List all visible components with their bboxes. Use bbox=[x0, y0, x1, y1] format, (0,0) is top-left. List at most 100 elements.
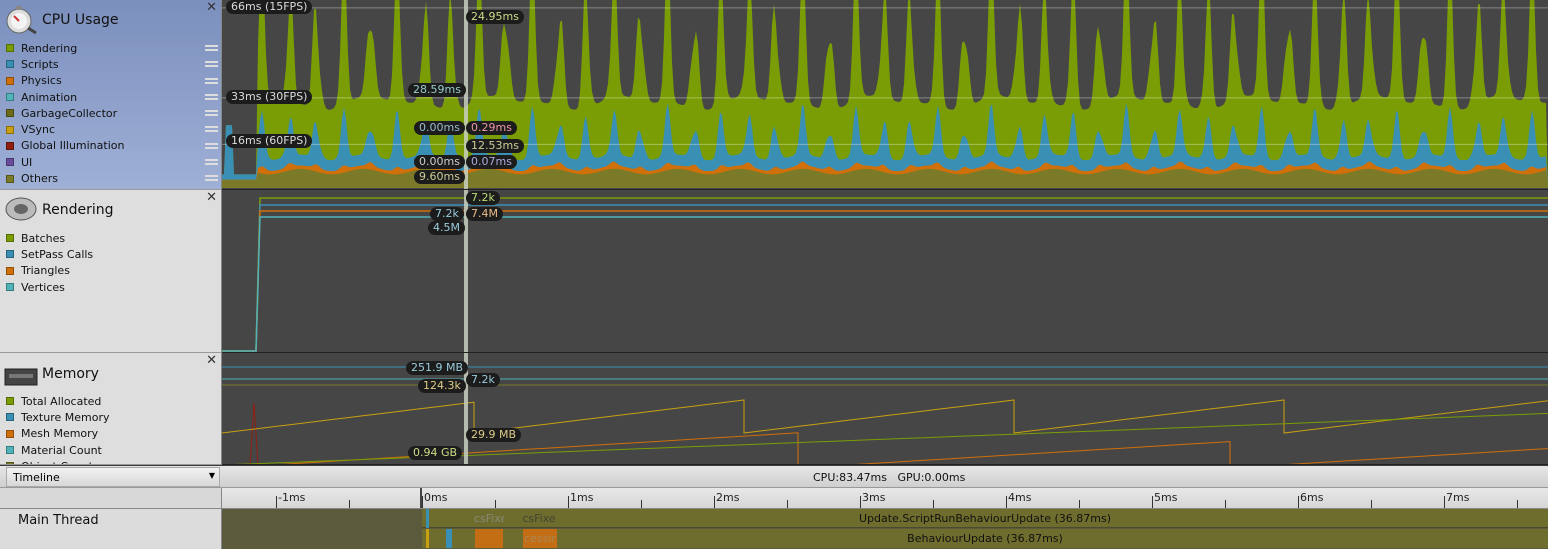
value-label: 7.2k bbox=[466, 373, 500, 387]
timeline-row: Update.ScriptRunBehaviourUpdate (36.87ms… bbox=[422, 509, 1548, 528]
cpu-graph[interactable]: 66ms (15FPS) 33ms (30FPS) 16ms (60FPS) 2… bbox=[222, 0, 1548, 190]
legend-item[interactable]: Physics bbox=[6, 73, 218, 89]
triangles-line bbox=[222, 210, 1548, 352]
ruler-tick bbox=[1298, 496, 1299, 508]
sample-block[interactable]: csFixe bbox=[474, 509, 504, 528]
sample-block[interactable]: csFixe bbox=[522, 509, 556, 528]
legend-item[interactable]: Texture Memory bbox=[6, 409, 218, 425]
drag-handle-icon[interactable] bbox=[205, 159, 218, 166]
color-swatch bbox=[6, 250, 14, 259]
legend-label: UI bbox=[21, 155, 33, 169]
value-label: 0.07ms bbox=[466, 155, 517, 169]
legend-label: VSync bbox=[21, 123, 56, 137]
rendering-graph[interactable]: 7.2k 4.5M 7.2k 7.4M bbox=[222, 190, 1548, 353]
legend-item[interactable]: UI bbox=[6, 154, 218, 170]
ruler-tick-label: 6ms bbox=[1300, 491, 1324, 504]
legend-label: Texture Memory bbox=[21, 410, 110, 424]
memory-module[interactable]: Memory ✕ Total Allocated Texture Memory Me… bbox=[0, 353, 222, 465]
color-swatch bbox=[6, 397, 14, 406]
module-title: CPU Usage bbox=[42, 12, 119, 28]
drag-handle-icon[interactable] bbox=[205, 126, 218, 133]
legend-label: GarbageCollector bbox=[21, 106, 118, 120]
sample-block[interactable] bbox=[475, 529, 503, 548]
view-mode-dropdown[interactable]: Timeline ▼ bbox=[6, 467, 220, 487]
stopwatch-icon bbox=[6, 6, 37, 34]
rendering-module[interactable]: Rendering ✕ Batches SetPass Calls Triangle… bbox=[0, 190, 222, 353]
legend-item[interactable]: SetPass Calls bbox=[6, 246, 218, 262]
ruler-tick-label: 7ms bbox=[1446, 491, 1470, 504]
drag-handle-icon[interactable] bbox=[205, 93, 218, 100]
close-icon[interactable]: ✕ bbox=[206, 0, 217, 15]
time-ruler[interactable]: -1ms 0ms 1ms 2ms 3ms 4ms 5ms 6ms 7ms bbox=[222, 488, 1548, 509]
legend-item[interactable]: Global Illumination bbox=[6, 138, 218, 154]
legend-item[interactable]: Material Count bbox=[6, 442, 218, 458]
close-icon[interactable]: ✕ bbox=[206, 353, 217, 368]
details-toolbar: Timeline ▼ CPU:83.47ms GPU:0.00ms bbox=[0, 466, 1548, 488]
guide-label: 16ms (60FPS) bbox=[226, 134, 313, 148]
ruler-tick bbox=[1371, 500, 1372, 508]
color-swatch bbox=[6, 413, 14, 422]
value-label: 251.9 MB bbox=[406, 361, 469, 375]
module-title: Memory bbox=[42, 366, 99, 382]
legend-label: SetPass Calls bbox=[21, 247, 94, 261]
color-swatch bbox=[6, 462, 14, 464]
close-icon[interactable]: ✕ bbox=[206, 190, 217, 205]
sample-block[interactable] bbox=[446, 529, 452, 548]
ruler-tick-label: 3ms bbox=[862, 491, 886, 504]
ruler-tick bbox=[1444, 496, 1445, 508]
legend-item[interactable]: Animation bbox=[6, 89, 218, 105]
legend-label: Object Count bbox=[21, 460, 93, 464]
legend-item[interactable]: Mesh Memory bbox=[6, 426, 218, 442]
legend-item[interactable]: Vertices bbox=[6, 279, 218, 295]
ruler-tick bbox=[933, 500, 934, 508]
legend-item[interactable]: Scripts bbox=[6, 56, 218, 72]
value-label: 24.95ms bbox=[466, 10, 524, 24]
view-mode-label: Timeline bbox=[13, 471, 60, 484]
ruler-header bbox=[0, 488, 222, 509]
legend-item[interactable]: Rendering bbox=[6, 40, 218, 56]
legend-item[interactable]: VSync bbox=[6, 121, 218, 137]
sample-block[interactable] bbox=[426, 509, 429, 528]
guide-label: 33ms (30FPS) bbox=[226, 90, 313, 104]
ruler-tick bbox=[714, 496, 715, 508]
legend-item[interactable]: Batches bbox=[6, 230, 218, 246]
color-swatch bbox=[6, 141, 14, 150]
sample-behaviourupdate[interactable]: BehaviourUpdate (36.87ms) bbox=[422, 529, 1548, 548]
color-swatch bbox=[6, 283, 14, 292]
color-swatch bbox=[6, 266, 14, 275]
batches-line bbox=[222, 197, 1548, 352]
sample-update-scriptrunbehaviourupdate[interactable]: Update.ScriptRunBehaviourUpdate (36.87ms… bbox=[422, 509, 1548, 528]
cpu-usage-module[interactable]: CPU Usage ✕ Rendering Scripts Physics Anima… bbox=[0, 0, 222, 190]
ruler-tick-label: 2ms bbox=[716, 491, 740, 504]
value-label: 9.60ms bbox=[414, 170, 465, 184]
drag-handle-icon[interactable] bbox=[205, 142, 218, 149]
drag-handle-icon[interactable] bbox=[205, 175, 218, 182]
memory-graph[interactable]: 251.9 MB 124.3k 0.94 GB 7.2k 29.9 MB bbox=[222, 353, 1548, 465]
color-swatch bbox=[6, 93, 14, 102]
ruler-tick bbox=[495, 500, 496, 508]
rendering-chart bbox=[222, 197, 1548, 352]
color-swatch bbox=[6, 109, 14, 118]
drag-handle-icon[interactable] bbox=[205, 45, 218, 51]
gi-spike bbox=[249, 402, 259, 464]
frame-stats: CPU:83.47ms GPU:0.00ms bbox=[813, 471, 965, 484]
sample-block[interactable]: cessir bbox=[523, 529, 557, 548]
drag-handle-icon[interactable] bbox=[205, 110, 218, 117]
legend-item[interactable]: Total Allocated bbox=[6, 393, 218, 409]
thread-label-main[interactable]: Main Thread bbox=[0, 509, 222, 549]
ruler-tick-label: 0ms bbox=[424, 491, 448, 504]
value-label: 12.53ms bbox=[466, 139, 524, 153]
ruler-tick bbox=[641, 500, 642, 508]
timeline-tracks[interactable]: Update.ScriptRunBehaviourUpdate (36.87ms… bbox=[222, 509, 1548, 549]
color-swatch bbox=[6, 76, 14, 85]
legend-item[interactable]: Triangles bbox=[6, 263, 218, 279]
legend-item[interactable]: GarbageCollector bbox=[6, 105, 218, 121]
drag-handle-icon[interactable] bbox=[205, 77, 218, 84]
legend-item[interactable]: Others bbox=[6, 170, 218, 186]
guide-label: 66ms (15FPS) bbox=[226, 0, 313, 14]
legend-label: Total Allocated bbox=[21, 394, 102, 408]
sample-block[interactable] bbox=[426, 529, 429, 548]
ruler-tick bbox=[1079, 500, 1080, 508]
legend-item[interactable]: Object Count bbox=[6, 458, 218, 464]
drag-handle-icon[interactable] bbox=[205, 61, 218, 68]
